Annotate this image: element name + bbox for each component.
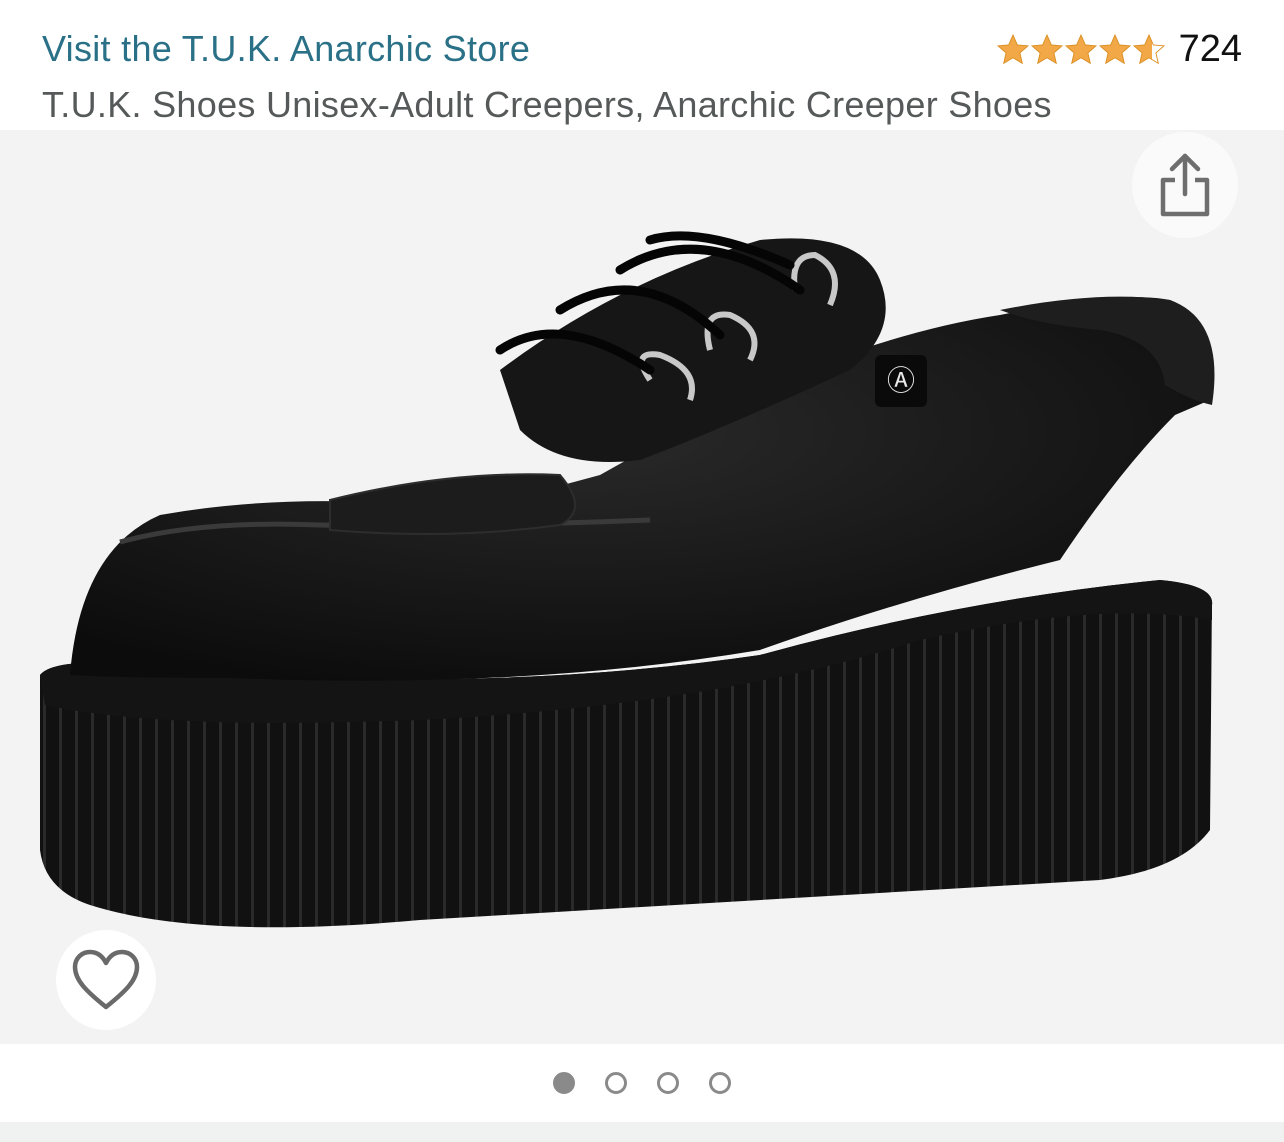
carousel-dot[interactable] xyxy=(605,1072,627,1094)
product-image-gallery[interactable]: Ⓐ xyxy=(0,130,1284,1044)
heart-icon xyxy=(72,949,140,1010)
share-button[interactable] xyxy=(1132,132,1238,238)
carousel-dot[interactable] xyxy=(709,1072,731,1094)
section-divider xyxy=(0,1122,1284,1142)
rating-count: 724 xyxy=(1178,28,1242,70)
carousel-dot[interactable] xyxy=(657,1072,679,1094)
store-link[interactable]: Visit the T.U.K. Anarchic Store xyxy=(42,28,530,70)
product-title: T.U.K. Shoes Unisex-Adult Creepers, Anar… xyxy=(42,84,1052,125)
star-icon xyxy=(1098,33,1131,64)
svg-text:Ⓐ: Ⓐ xyxy=(887,364,915,397)
star-half-icon xyxy=(1132,33,1165,64)
star-icon xyxy=(1030,33,1063,64)
star-icon xyxy=(1064,33,1097,64)
product-image[interactable]: Ⓐ xyxy=(0,130,1284,1044)
share-icon xyxy=(1160,153,1210,217)
rating-summary[interactable]: 724 xyxy=(995,28,1242,71)
star-icon xyxy=(996,33,1029,64)
star-rating xyxy=(995,32,1165,68)
add-to-list-button[interactable] xyxy=(56,930,156,1030)
product-header: Visit the T.U.K. Anarchic Store 724 T.U.… xyxy=(0,0,1284,130)
carousel-dot[interactable] xyxy=(553,1072,575,1094)
carousel-indicator xyxy=(0,1044,1284,1122)
